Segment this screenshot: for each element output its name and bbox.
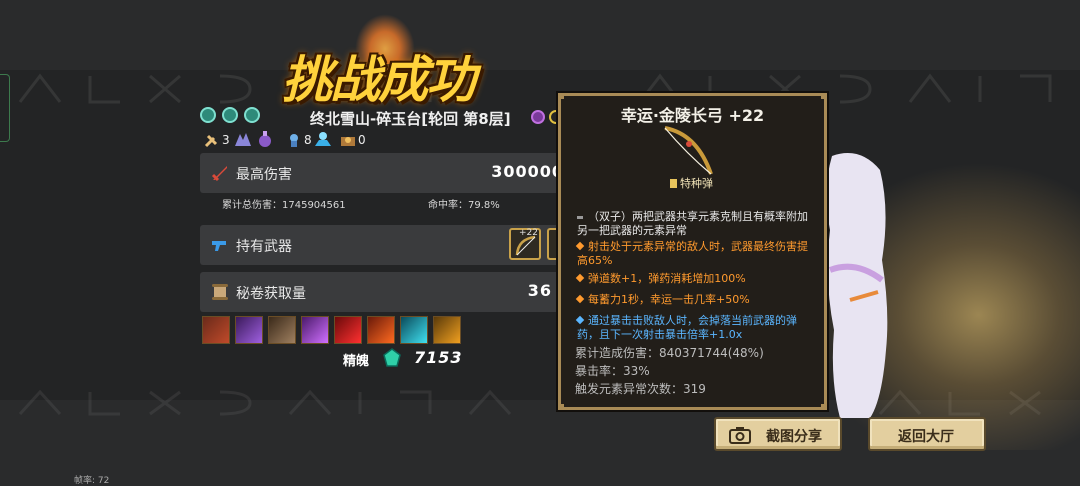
scroll-item-2[interactable] bbox=[235, 316, 263, 344]
weapon-tooltip-panel: 幸运·金陵长弓 +22 特种弹 （双子）两把武器共享元素克制且有概率附加另一把武… bbox=[558, 93, 827, 410]
scroll-item-4[interactable] bbox=[301, 316, 329, 344]
max-damage-value: 300000 bbox=[491, 162, 564, 181]
buff-icon-2[interactable] bbox=[222, 107, 238, 123]
share-button-label: 截图分享 bbox=[766, 429, 822, 445]
essence-label: 精魄 bbox=[343, 354, 370, 369]
max-damage-row: 最高伤害 300000 bbox=[200, 153, 570, 193]
essence-value: 7153 bbox=[414, 348, 463, 367]
crystal-icon bbox=[235, 133, 251, 146]
character-silhouette bbox=[826, 153, 888, 418]
buff-icon-1[interactable] bbox=[200, 107, 216, 123]
scroll-icon bbox=[212, 284, 228, 300]
weapon-slot-bow[interactable]: +22 bbox=[509, 228, 541, 260]
hit-rate: 命中率：79.8% bbox=[428, 200, 500, 211]
scroll-item-7[interactable] bbox=[400, 316, 428, 344]
stat-total-damage: 累计造成伤害：840371744(48%) bbox=[575, 346, 764, 360]
diamond-icon bbox=[575, 241, 585, 251]
ammo-icon bbox=[670, 179, 677, 188]
weapon-name: 幸运·金陵长弓 +22 bbox=[620, 106, 765, 125]
return-lobby-button[interactable]: 返回大厅 bbox=[868, 417, 986, 451]
scroll-item-1[interactable] bbox=[202, 316, 230, 344]
potion-icon bbox=[259, 131, 271, 147]
sword-icon bbox=[211, 166, 227, 182]
scrolls-label: 秘卷获取量 bbox=[236, 286, 306, 302]
tools-icon bbox=[204, 134, 218, 148]
stage-name: 终北雪山-碎玉台[轮回 第8层] bbox=[310, 110, 511, 128]
diamond-icon bbox=[575, 273, 585, 283]
altar-icon bbox=[315, 132, 331, 146]
ability-counter-1: 3 bbox=[204, 130, 230, 150]
scroll-item-5[interactable] bbox=[334, 316, 362, 344]
effect-1: 射击处于元素异常的敌人时，武器最终伤害提高65% bbox=[575, 240, 808, 267]
diamond-icon bbox=[575, 315, 585, 325]
chest-icon bbox=[341, 137, 355, 146]
screenshot-share-button[interactable]: 截图分享 bbox=[714, 417, 842, 451]
ability-count-3: 0 bbox=[358, 133, 366, 147]
ability-counter-2: 8 bbox=[286, 130, 312, 150]
essence-gem-icon bbox=[383, 348, 401, 367]
gemini-icon bbox=[577, 216, 583, 219]
spiral-icon bbox=[531, 110, 545, 124]
stat-crit-rate: 暴击率：33% bbox=[575, 364, 650, 378]
scroll-item-8[interactable] bbox=[433, 316, 461, 344]
fps-counter: 帧率: 72 bbox=[74, 476, 110, 486]
ability-counter-3: 0 bbox=[340, 130, 366, 150]
buff-icon-3[interactable] bbox=[244, 107, 260, 123]
camera-icon bbox=[729, 427, 751, 444]
return-button-label: 返回大厅 bbox=[898, 429, 954, 445]
ammo-tag: 特种弹 bbox=[670, 175, 713, 191]
effect-3: 每蓄力1秒，幸运一击几率+50% bbox=[575, 293, 809, 307]
effect-2: 弹道数+1，弹药消耗增加100% bbox=[575, 272, 809, 286]
scrolls-value: 36 bbox=[527, 281, 552, 300]
bow-icon bbox=[515, 235, 536, 256]
golden-bow-icon bbox=[664, 126, 713, 175]
effect-4: 通过暴击击败敌人时，会掉落当前武器的弹药，且下一次射击暴击倍率+1.0x bbox=[575, 314, 797, 341]
weapons-label: 持有武器 bbox=[236, 239, 292, 255]
ability-count-1: 3 bbox=[222, 133, 230, 147]
challenge-success-title: 挑战成功 bbox=[282, 51, 476, 109]
scroll-item-3[interactable] bbox=[268, 316, 296, 344]
side-tab-handle[interactable] bbox=[0, 74, 10, 142]
total-damage: 累计总伤害：1745904561 bbox=[222, 200, 346, 211]
ability-count-2: 8 bbox=[304, 133, 312, 147]
gun-icon bbox=[212, 241, 226, 251]
scrolls-row: 秘卷获取量 36 bbox=[200, 272, 570, 312]
diamond-icon bbox=[575, 294, 585, 304]
weapon-description: （双子）两把武器共享元素克制且有概率附加另一把武器的元素异常 bbox=[577, 210, 808, 237]
background-pattern-top bbox=[18, 73, 1052, 104]
scroll-item-6[interactable] bbox=[367, 316, 395, 344]
stat-element-triggers: 触发元素异常次数：319 bbox=[575, 382, 706, 396]
spirit-icon bbox=[290, 134, 298, 147]
ammo-tag-label: 特种弹 bbox=[680, 177, 713, 190]
max-damage-label: 最高伤害 bbox=[236, 167, 292, 183]
